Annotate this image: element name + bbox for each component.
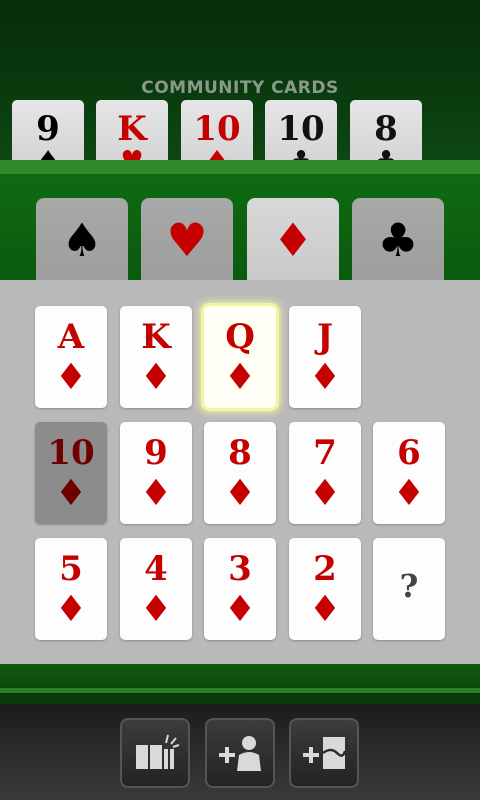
diamond-icon: ♦ bbox=[308, 357, 342, 398]
club-icon: ♣ bbox=[377, 213, 419, 267]
community-cards-title: COMMUNITY CARDS bbox=[141, 78, 339, 98]
card-two-diamonds[interactable]: 2 ♦ bbox=[289, 538, 361, 640]
card-rank: 9 bbox=[36, 109, 60, 149]
card-rank: K bbox=[141, 317, 171, 357]
diamond-icon: ♦ bbox=[54, 357, 88, 398]
diamond-icon: ♦ bbox=[139, 357, 173, 398]
tab-hearts[interactable]: ♥ bbox=[141, 198, 233, 282]
card-seven-diamonds[interactable]: 7 ♦ bbox=[289, 422, 361, 524]
table-bottom-rail bbox=[0, 664, 480, 704]
new-deal-button[interactable] bbox=[120, 718, 190, 788]
card-rank: 5 bbox=[59, 549, 83, 589]
diamond-icon: ♦ bbox=[139, 473, 173, 514]
spade-icon: ♠ bbox=[61, 213, 103, 267]
card-rank: 8 bbox=[228, 433, 252, 473]
bottom-toolbar bbox=[0, 704, 480, 800]
add-card-icon bbox=[303, 737, 347, 769]
card-ace-diamonds[interactable]: A ♦ bbox=[35, 306, 107, 408]
heart-icon: ♥ bbox=[166, 213, 208, 267]
card-rank: 10 bbox=[277, 109, 325, 149]
card-five-diamonds[interactable]: 5 ♦ bbox=[35, 538, 107, 640]
diamond-icon: ♦ bbox=[54, 473, 88, 514]
add-player-icon bbox=[219, 736, 261, 771]
add-player-button[interactable] bbox=[205, 718, 275, 788]
tab-diamonds[interactable]: ♦ bbox=[247, 198, 339, 282]
diamond-icon: ♦ bbox=[308, 473, 342, 514]
card-rank: J bbox=[316, 317, 334, 357]
card-unknown[interactable]: ? bbox=[373, 538, 445, 640]
diamond-icon: ♦ bbox=[54, 589, 88, 630]
card-six-diamonds[interactable]: 6 ♦ bbox=[373, 422, 445, 524]
diamond-icon: ♦ bbox=[223, 357, 257, 398]
card-rank: 10 bbox=[47, 433, 95, 473]
add-card-button[interactable] bbox=[289, 718, 359, 788]
card-king-diamonds[interactable]: K ♦ bbox=[120, 306, 192, 408]
card-nine-diamonds[interactable]: 9 ♦ bbox=[120, 422, 192, 524]
card-rank: 2 bbox=[313, 549, 337, 589]
diamond-icon: ♦ bbox=[223, 589, 257, 630]
card-rank: 10 bbox=[193, 109, 241, 149]
diamond-icon: ♦ bbox=[392, 473, 426, 514]
diamond-icon: ♦ bbox=[223, 473, 257, 514]
card-queen-diamonds[interactable]: Q ♦ bbox=[204, 306, 276, 408]
card-rank: Q bbox=[225, 317, 255, 357]
card-rank: 4 bbox=[144, 549, 168, 589]
question-mark: ? bbox=[399, 567, 419, 605]
card-rank: 3 bbox=[228, 549, 252, 589]
card-rank: A bbox=[57, 317, 85, 357]
community-area: COMMUNITY CARDS 9 ♠ K ♥ 10 ♦ 10 ♣ 8 ♣ bbox=[0, 0, 480, 175]
card-four-diamonds[interactable]: 4 ♦ bbox=[120, 538, 192, 640]
diamond-icon: ♦ bbox=[272, 213, 314, 267]
card-eight-diamonds[interactable]: 8 ♦ bbox=[204, 422, 276, 524]
table-rail bbox=[0, 160, 480, 174]
card-rank: K bbox=[117, 109, 147, 149]
card-rank: 6 bbox=[397, 433, 421, 473]
diamond-icon: ♦ bbox=[139, 589, 173, 630]
card-jack-diamonds[interactable]: J ♦ bbox=[289, 306, 361, 408]
card-picker-panel: A ♦ K ♦ Q ♦ J ♦ 10 ♦ 9 ♦ 8 ♦ 7 ♦ 6 ♦ 5 ♦… bbox=[0, 280, 480, 664]
tab-spades[interactable]: ♠ bbox=[36, 198, 128, 282]
diamond-icon: ♦ bbox=[308, 589, 342, 630]
card-rank: 9 bbox=[144, 433, 168, 473]
card-rank: 7 bbox=[313, 433, 337, 473]
card-ten-diamonds[interactable]: 10 ♦ bbox=[35, 422, 107, 524]
card-three-diamonds[interactable]: 3 ♦ bbox=[204, 538, 276, 640]
new-deal-icon bbox=[136, 734, 180, 769]
card-rank: 8 bbox=[374, 109, 398, 149]
tab-clubs[interactable]: ♣ bbox=[352, 198, 444, 282]
